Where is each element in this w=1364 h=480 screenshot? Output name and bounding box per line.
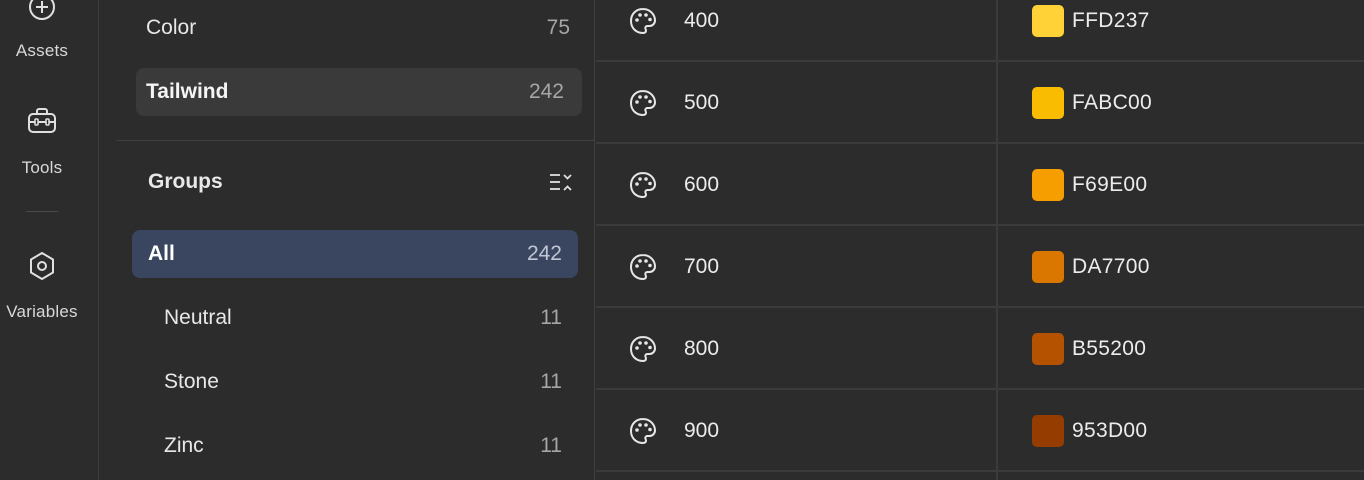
group-count: 242 — [526, 242, 562, 265]
variable-name: 500 — [684, 91, 720, 114]
palette-icon — [628, 252, 658, 287]
rail-label-tools: Tools — [21, 158, 63, 177]
rail-label-variables: Variables — [6, 302, 78, 321]
color-swatch[interactable] — [1032, 251, 1064, 283]
variable-hex-value[interactable]: FABC00 — [1072, 91, 1152, 115]
collapse-expand-icon[interactable] — [548, 170, 574, 194]
variable-hex-value[interactable]: 953D00 — [1072, 419, 1147, 443]
table-row[interactable]: 900 953D00 — [596, 390, 1364, 472]
rail-item-variables[interactable]: Variables — [0, 250, 84, 322]
group-count: 11 — [540, 434, 562, 457]
rail-item-assets[interactable]: Assets — [0, 0, 84, 61]
collections-panel: Color 75 Tailwind 242 Groups All 242 Neu… — [116, 0, 595, 480]
library-name: Tailwind — [146, 80, 229, 103]
table-row[interactable]: 700 DA7700 — [596, 226, 1364, 308]
color-swatch[interactable] — [1032, 87, 1064, 119]
group-name: Zinc — [164, 434, 204, 457]
table-row[interactable]: 800 B55200 — [596, 308, 1364, 390]
groups-title: Groups — [148, 170, 223, 193]
library-count: 242 — [528, 80, 564, 103]
color-swatch[interactable] — [1032, 333, 1064, 365]
variable-name: 400 — [684, 9, 720, 32]
group-item-all[interactable]: All 242 — [132, 230, 578, 278]
panel-divider — [116, 140, 595, 141]
rail-label-assets: Assets — [15, 41, 69, 60]
group-item-stone[interactable]: Stone 11 — [132, 358, 578, 406]
plus-circle-icon — [29, 0, 55, 20]
group-name: Neutral — [164, 306, 232, 329]
rail-item-tools[interactable]: Tools — [0, 106, 84, 178]
variable-name: 900 — [684, 419, 720, 442]
library-count: 75 — [546, 16, 570, 39]
color-swatch[interactable] — [1032, 169, 1064, 201]
color-swatch[interactable] — [1032, 5, 1064, 37]
library-item-tailwind[interactable]: Tailwind 242 — [136, 68, 582, 116]
library-item-color[interactable]: Color 75 — [136, 4, 582, 52]
variable-hex-value[interactable]: B55200 — [1072, 337, 1146, 361]
variables-table: 400 FFD237 500 FABC00 600 F69E00 700 DA7700 800 B… — [596, 0, 1364, 480]
variable-name: 700 — [684, 255, 720, 278]
table-row[interactable]: 500 FABC00 — [596, 62, 1364, 144]
color-swatch[interactable] — [1032, 415, 1064, 447]
variable-name: 800 — [684, 337, 720, 360]
variable-name: 600 — [684, 173, 720, 196]
palette-icon — [628, 6, 658, 41]
hexagon-icon — [30, 252, 54, 280]
group-item-neutral[interactable]: Neutral 11 — [132, 294, 578, 342]
palette-icon — [628, 416, 658, 451]
palette-icon — [628, 170, 658, 205]
variable-hex-value[interactable]: DA7700 — [1072, 255, 1150, 279]
variable-hex-value[interactable]: F69E00 — [1072, 173, 1147, 197]
table-row[interactable]: 400 FFD237 — [596, 0, 1364, 62]
app-window: Assets Tools Variables Color 75 Tailwind… — [0, 0, 1364, 480]
palette-icon — [628, 88, 658, 123]
group-name: All — [148, 242, 175, 265]
groups-header: Groups — [148, 166, 574, 198]
group-count: 11 — [540, 306, 562, 329]
group-item-zinc[interactable]: Zinc 11 — [132, 422, 578, 470]
table-row[interactable]: 600 F69E00 — [596, 144, 1364, 226]
library-name: Color — [146, 16, 197, 39]
left-rail: Assets Tools Variables — [0, 0, 99, 480]
toolbox-icon — [28, 108, 56, 133]
group-count: 11 — [540, 370, 562, 393]
rail-divider — [26, 211, 58, 212]
palette-icon — [628, 334, 658, 369]
group-name: Stone — [164, 370, 219, 393]
variable-hex-value[interactable]: FFD237 — [1072, 9, 1150, 33]
